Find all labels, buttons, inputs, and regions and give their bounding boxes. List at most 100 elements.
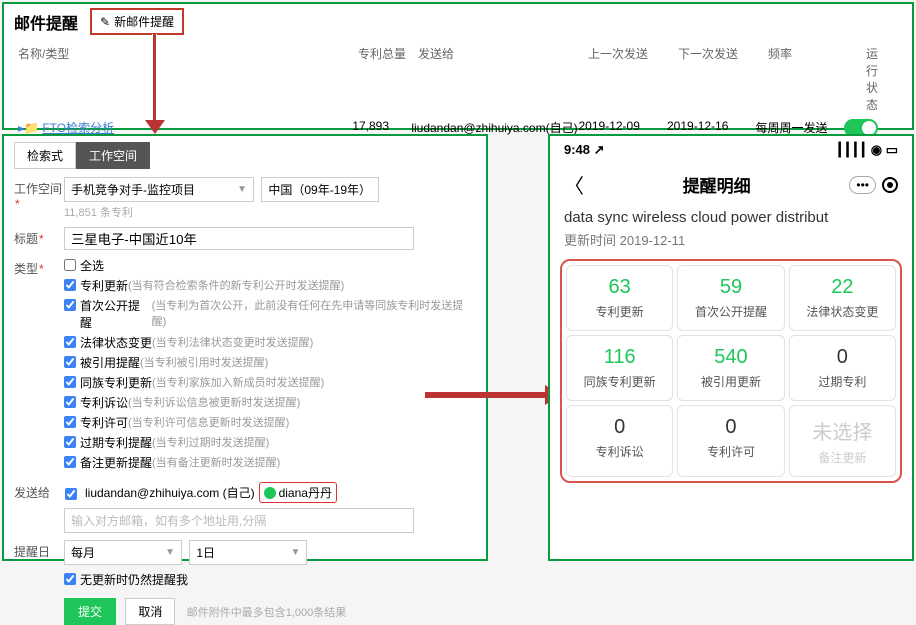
wifi-icon: ◉ bbox=[871, 142, 886, 157]
back-button[interactable]: 〈 bbox=[564, 170, 584, 199]
stat-label: 法律状态变更 bbox=[792, 303, 893, 320]
stat-cell[interactable]: 未选择备注更新 bbox=[789, 405, 896, 477]
chevron-down-icon: ▼ bbox=[237, 184, 247, 195]
checkbox-type[interactable] bbox=[64, 376, 76, 388]
detail-update-time: 更新时间 2019-12-11 bbox=[550, 226, 912, 257]
checkbox-select-all[interactable] bbox=[64, 259, 76, 271]
stat-number: 22 bbox=[792, 276, 893, 299]
select-all-label: 全选 bbox=[80, 257, 104, 274]
label-remind-day: 提醒日 bbox=[14, 540, 64, 560]
checkbox-self-email[interactable] bbox=[65, 488, 77, 500]
type-hint: (当有备注更新时发送提醒) bbox=[152, 454, 280, 470]
stat-label: 同族专利更新 bbox=[569, 373, 670, 390]
arrow-down-annotation bbox=[150, 34, 160, 134]
stat-number: 63 bbox=[569, 276, 670, 299]
stat-cell[interactable]: 116 同族专利更新 bbox=[566, 335, 673, 401]
detail-subject: data sync wireless cloud power distribut bbox=[550, 209, 912, 226]
workspace-count: 11,851 条专利 bbox=[64, 204, 476, 220]
arrow-right-annotation bbox=[425, 388, 565, 402]
checkbox-type[interactable] bbox=[64, 356, 76, 368]
remind-day-select[interactable]: 1日 ▼ bbox=[189, 540, 307, 565]
stat-label: 备注更新 bbox=[792, 449, 893, 466]
col-last: 上一次发送 bbox=[588, 45, 678, 113]
tab-workspace[interactable]: 工作空间 bbox=[76, 142, 150, 169]
email-alert-panel: 邮件提醒 ✎ 新邮件提醒 名称/类型 专利总量 发送给 上一次发送 下一次发送 … bbox=[2, 2, 914, 130]
label-title: 标题 bbox=[14, 227, 64, 247]
chevron-down-icon: ▼ bbox=[165, 547, 175, 558]
wechat-icon bbox=[264, 487, 276, 499]
stat-label: 过期专利 bbox=[792, 373, 893, 390]
checkbox-type[interactable] bbox=[64, 336, 76, 348]
stat-label: 专利诉讼 bbox=[569, 443, 670, 460]
attachment-note: 邮件附件中最多包含1,000条结果 bbox=[187, 607, 347, 619]
detail-grid: 63专利更新59首次公开提醒22法律状态变更116同族专利更新540被引用更新0… bbox=[560, 259, 902, 483]
remind-freq-select[interactable]: 每月 ▼ bbox=[64, 540, 182, 565]
battery-icon: ▭ bbox=[886, 142, 898, 157]
col-name: 名称/类型 bbox=[18, 45, 358, 113]
more-button[interactable]: ••• bbox=[849, 176, 876, 194]
stat-cell[interactable]: 540被引用更新 bbox=[677, 335, 784, 401]
alert-form-panel: 检索式 工作空间 工作空间 手机竞争对手-监控项目 ▼ 中国（09年-19年） … bbox=[2, 134, 488, 561]
submit-button[interactable]: 提交 bbox=[64, 598, 116, 625]
remind-freq-value: 每月 bbox=[71, 544, 95, 561]
type-main: 同族专利更新 bbox=[80, 374, 152, 391]
page-title: 邮件提醒 bbox=[14, 10, 78, 34]
workspace-select-value: 手机竞争对手-监控项目 bbox=[71, 181, 195, 198]
recipient-input[interactable]: 输入对方邮箱，如有多个地址用,分隔 bbox=[64, 508, 414, 533]
wechat-contact-chip[interactable]: diana丹丹 bbox=[259, 482, 337, 503]
row-last-date: 2019-12-09 bbox=[579, 119, 668, 133]
stat-number: 未选择 bbox=[792, 416, 893, 445]
status-icons: ┃┃┃┃ ◉ ▭ bbox=[836, 142, 898, 158]
country-select-value: 中国（09年-19年） bbox=[268, 181, 371, 198]
col-next: 下一次发送 bbox=[678, 45, 768, 113]
checkbox-type[interactable] bbox=[64, 416, 76, 428]
alert-name-link[interactable]: FTO检索分析 bbox=[42, 121, 114, 135]
type-main: 过期专利提醒 bbox=[80, 434, 152, 451]
remind-no-update-label: 无更新时仍然提醒我 bbox=[80, 571, 188, 588]
type-main: 专利诉讼 bbox=[80, 394, 128, 411]
label-type: 类型 bbox=[14, 257, 64, 277]
type-hint: (当专利法律状态变更时发送提醒) bbox=[152, 334, 313, 350]
signal-icon: ┃┃┃┃ bbox=[836, 142, 867, 157]
row-total: 17,893 bbox=[352, 119, 411, 133]
checkbox-type[interactable] bbox=[64, 456, 76, 468]
type-hint: (当专利家族加入新成员时发送提醒) bbox=[152, 374, 324, 390]
stat-label: 首次公开提醒 bbox=[680, 303, 781, 320]
checkbox-type[interactable] bbox=[64, 299, 76, 311]
new-email-label: 新邮件提醒 bbox=[114, 13, 174, 30]
stat-cell[interactable]: 59 首次公开提醒 bbox=[677, 265, 784, 331]
stat-number: 116 bbox=[569, 346, 670, 369]
tab-search-expr[interactable]: 检索式 bbox=[14, 142, 76, 169]
checkbox-type[interactable] bbox=[64, 279, 76, 291]
stat-number: 59 bbox=[680, 276, 781, 299]
col-sendto: 发送给 bbox=[418, 45, 588, 113]
cancel-button[interactable]: 取消 bbox=[125, 598, 175, 625]
stat-cell[interactable]: 63 专利更新 bbox=[566, 265, 673, 331]
wechat-name: diana丹丹 bbox=[279, 484, 332, 501]
stat-cell[interactable]: 0专利许可 bbox=[677, 405, 784, 477]
stat-cell[interactable]: 0专利诉讼 bbox=[566, 405, 673, 477]
workspace-select[interactable]: 手机竞争对手-监控项目 ▼ bbox=[64, 177, 254, 202]
type-main: 首次公开提醒 bbox=[80, 297, 152, 331]
stat-cell[interactable]: 22 法律状态变更 bbox=[789, 265, 896, 331]
checkbox-type[interactable] bbox=[64, 396, 76, 408]
title-input[interactable] bbox=[64, 227, 414, 250]
label-sendto: 发送给 bbox=[14, 481, 64, 501]
stat-number: 0 bbox=[680, 416, 781, 439]
new-email-alert-button[interactable]: ✎ 新邮件提醒 bbox=[90, 8, 184, 35]
detail-title: 提醒明细 bbox=[683, 172, 751, 197]
stat-cell[interactable]: 0 过期专利 bbox=[789, 335, 896, 401]
type-main: 法律状态变更 bbox=[80, 334, 152, 351]
stat-label: 专利更新 bbox=[569, 303, 670, 320]
type-hint: (当专利被引用时发送提醒) bbox=[140, 354, 268, 370]
checkbox-remind-no-update[interactable] bbox=[64, 573, 76, 585]
checkbox-type[interactable] bbox=[64, 436, 76, 448]
target-button[interactable] bbox=[882, 177, 898, 193]
type-hint: (当专利许可信息更新时发送提醒) bbox=[128, 414, 289, 430]
col-status: 运行状态 bbox=[858, 45, 898, 113]
type-main: 专利更新 bbox=[80, 277, 128, 294]
label-workspace: 工作空间 bbox=[14, 177, 64, 211]
country-select[interactable]: 中国（09年-19年） bbox=[261, 177, 379, 202]
row-next-date: 2019-12-16 bbox=[667, 119, 756, 133]
stat-number: 0 bbox=[792, 346, 893, 369]
